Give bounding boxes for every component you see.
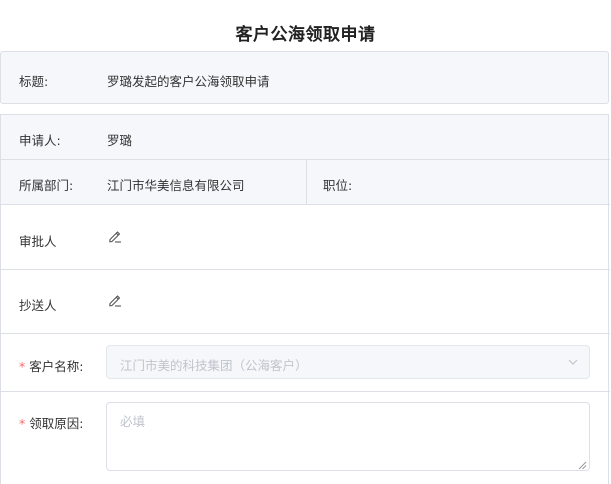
department-value: 江门市华美信息有限公司 bbox=[107, 178, 245, 193]
reason-textarea[interactable]: 必填 bbox=[106, 402, 590, 471]
chevron-down-icon bbox=[567, 356, 579, 368]
customer-label-text: 客户名称: bbox=[29, 359, 84, 374]
cc-edit-icon[interactable] bbox=[107, 292, 123, 308]
divider bbox=[1, 204, 610, 205]
reason-label-text: 领取原因: bbox=[29, 416, 84, 431]
approver-label: 审批人 bbox=[19, 234, 57, 249]
subject-label: 标题: bbox=[19, 74, 49, 89]
customer-label: * 客户名称: bbox=[19, 356, 83, 375]
required-mark: * bbox=[19, 359, 26, 374]
subject-panel: 标题: 罗璐发起的客户公海领取申请 bbox=[0, 51, 609, 104]
customer-select[interactable]: 江门市美的科技集团（公海客户） bbox=[106, 345, 590, 379]
required-mark: * bbox=[19, 416, 26, 431]
approver-edit-icon[interactable] bbox=[107, 228, 123, 244]
reason-label: * 领取原因: bbox=[19, 413, 83, 432]
divider bbox=[306, 160, 307, 204]
customer-select-value: 江门市美的科技集团（公海客户） bbox=[120, 358, 308, 373]
divider bbox=[1, 269, 610, 270]
applicant-label: 申请人: bbox=[19, 133, 61, 148]
department-row: 所属部门: 江门市华美信息有限公司 职位: bbox=[1, 160, 608, 204]
cc-label: 抄送人 bbox=[19, 298, 57, 313]
divider bbox=[1, 333, 610, 334]
reason-placeholder: 必填 bbox=[120, 414, 146, 429]
applicant-row: 申请人: 罗璐 bbox=[1, 115, 608, 159]
department-label: 所属部门: bbox=[19, 178, 74, 193]
page-title: 客户公海领取申请 bbox=[235, 25, 376, 45]
applicant-value: 罗璐 bbox=[107, 133, 133, 148]
subject-value: 罗璐发起的客户公海领取申请 bbox=[107, 74, 270, 89]
divider bbox=[1, 391, 610, 392]
position-label: 职位: bbox=[323, 178, 353, 193]
resize-grip-icon[interactable] bbox=[578, 459, 587, 470]
